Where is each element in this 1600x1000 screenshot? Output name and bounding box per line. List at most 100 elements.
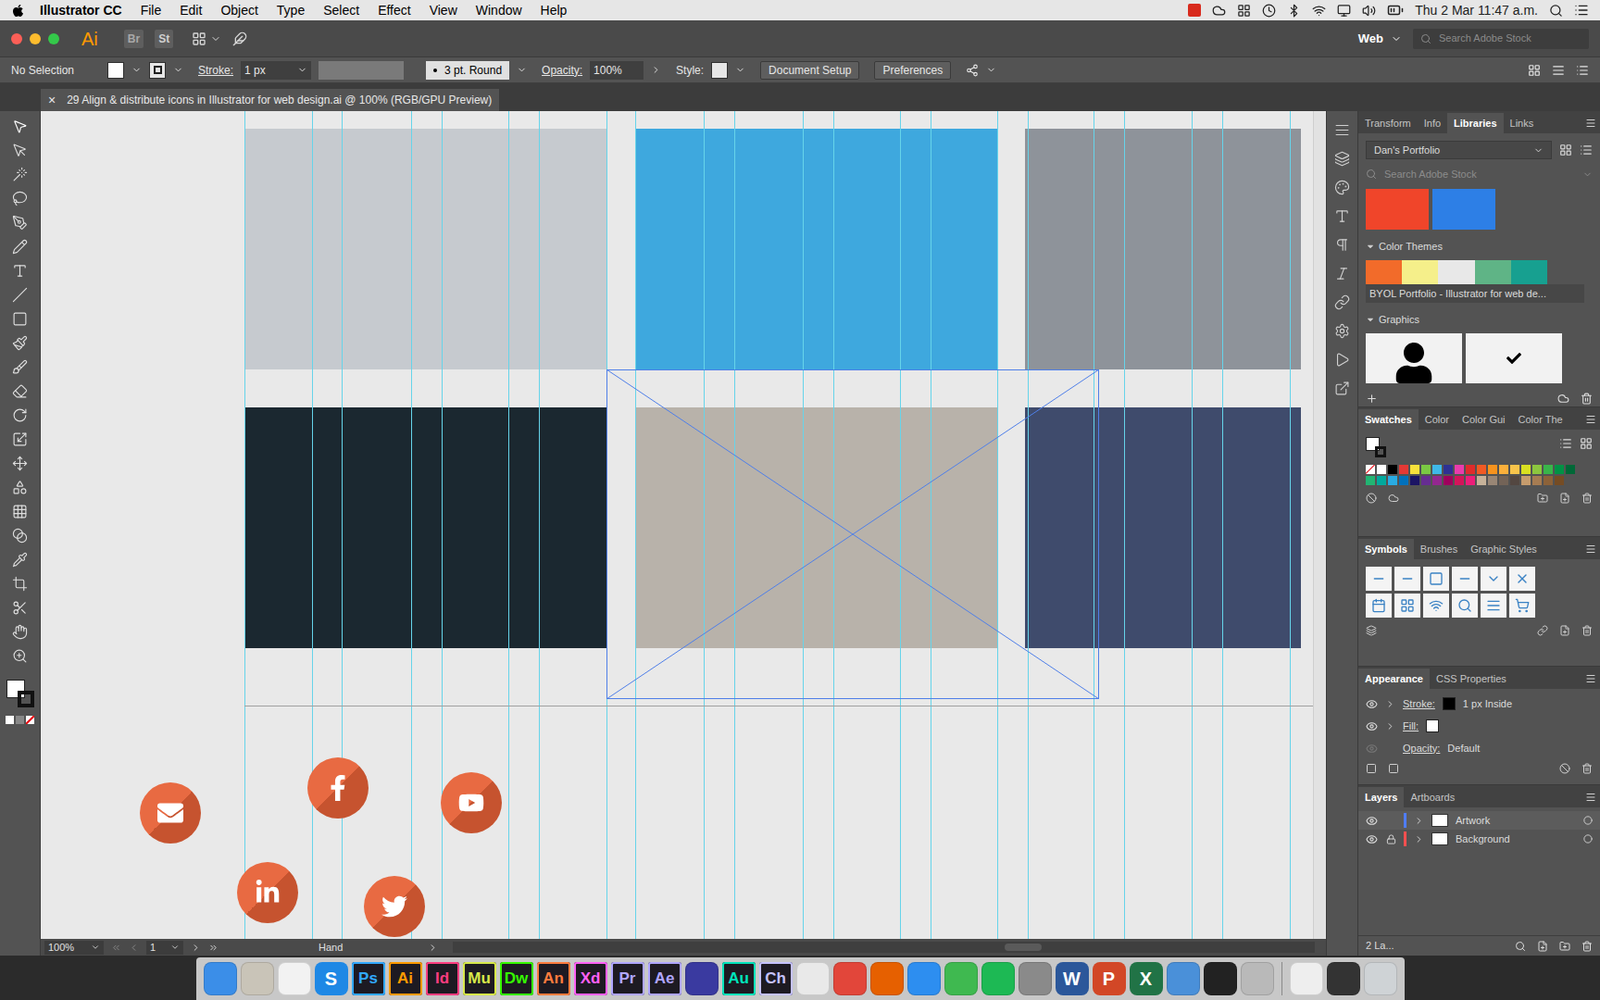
- guide[interactable]: [1027, 111, 1029, 939]
- opacity-label[interactable]: Opacity:: [541, 62, 583, 79]
- menu-item[interactable]: View: [429, 0, 458, 21]
- bluetooth-icon[interactable]: [1287, 3, 1301, 18]
- bridge-button[interactable]: Br: [124, 29, 144, 49]
- dock-app[interactable]: [240, 962, 275, 996]
- previous-artboard-icon[interactable]: [128, 942, 139, 953]
- creative-cloud-icon[interactable]: [1187, 3, 1201, 17]
- chevron-down-icon[interactable]: [297, 64, 308, 75]
- new-layer-icon[interactable]: [1559, 940, 1571, 952]
- target-icon[interactable]: [1583, 834, 1593, 844]
- stock-search[interactable]: Search Adobe Stock: [1412, 28, 1589, 50]
- airplay-icon[interactable]: [1337, 3, 1351, 18]
- section-header[interactable]: Color Themes: [1365, 238, 1593, 255]
- guide[interactable]: [1191, 111, 1193, 939]
- swatch[interactable]: [1454, 464, 1464, 475]
- panel-tab[interactable]: CSS Properties: [1429, 668, 1513, 689]
- trash-icon[interactable]: [1581, 762, 1593, 775]
- visibility-icon[interactable]: [1365, 742, 1378, 755]
- social-icon-button[interactable]: [139, 782, 201, 844]
- close-tab-button[interactable]: ×: [48, 90, 56, 111]
- fill-stroke-widget[interactable]: [6, 679, 35, 708]
- tool-icon[interactable]: [12, 359, 28, 375]
- panel-tab[interactable]: Layers: [1358, 787, 1404, 808]
- panel-menu-icon[interactable]: [1585, 543, 1597, 555]
- symbol-thumbnail[interactable]: [1451, 593, 1478, 618]
- swatch[interactable]: [1432, 475, 1442, 486]
- swatch[interactable]: [1410, 464, 1420, 475]
- social-icon-button[interactable]: [440, 772, 502, 834]
- dock-app[interactable]: [1363, 962, 1398, 996]
- panel-tab[interactable]: Swatches: [1358, 409, 1419, 430]
- dock-app[interactable]: [944, 962, 978, 996]
- layer-row[interactable]: Background: [1358, 829, 1600, 849]
- symbol-thumbnail[interactable]: [1394, 566, 1421, 591]
- graphic-thumbnail[interactable]: [1365, 333, 1463, 384]
- clock[interactable]: Thu 2 Mar 11:47 a.m.: [1414, 0, 1538, 21]
- placed-image[interactable]: [635, 128, 998, 370]
- dock-app[interactable]: Mu: [462, 962, 497, 996]
- dock-app[interactable]: [1203, 962, 1238, 996]
- notifications-icon[interactable]: [1574, 2, 1589, 18]
- swatch[interactable]: [1543, 464, 1553, 475]
- tool-icon[interactable]: [12, 142, 28, 159]
- swatch[interactable]: [1499, 464, 1509, 475]
- apple-icon[interactable]: [11, 3, 25, 18]
- guide[interactable]: [411, 111, 413, 939]
- panel-shortcut-icon[interactable]: [1334, 294, 1350, 311]
- swatch[interactable]: [1365, 475, 1375, 486]
- canvas[interactable]: [40, 111, 1326, 939]
- grid-icon[interactable]: [1237, 3, 1251, 18]
- tool-icon[interactable]: [12, 262, 28, 279]
- dock-app[interactable]: [685, 962, 719, 996]
- guide[interactable]: [930, 111, 932, 939]
- swatch[interactable]: [1399, 475, 1409, 486]
- style-swatch[interactable]: [711, 62, 728, 79]
- panel-tab[interactable]: Artboards: [1403, 787, 1462, 808]
- swatch[interactable]: [1532, 464, 1542, 475]
- document-tab[interactable]: ×29 Align & distribute icons in Illustra…: [40, 88, 500, 112]
- chevron-down-icon[interactable]: [131, 64, 142, 75]
- dock-app[interactable]: [907, 962, 941, 996]
- swatch[interactable]: [1443, 464, 1453, 475]
- dock-app[interactable]: Dw: [500, 962, 534, 996]
- cloud-icon[interactable]: [1212, 3, 1226, 18]
- appearance-swatch[interactable]: [1442, 697, 1456, 711]
- arrange-icon[interactable]: [965, 63, 979, 77]
- stroke-weight-field[interactable]: 1 px: [240, 61, 312, 80]
- menu-item[interactable]: Object: [220, 0, 258, 21]
- selection-box[interactable]: [606, 369, 1100, 700]
- menu-item[interactable]: File: [140, 0, 163, 21]
- section-header[interactable]: Graphics: [1365, 312, 1593, 328]
- caret-down-icon[interactable]: [1365, 241, 1375, 251]
- dock-app[interactable]: Au: [722, 962, 756, 996]
- tool-icon[interactable]: [12, 214, 28, 231]
- visibility-icon[interactable]: [1365, 720, 1378, 733]
- grid-view-icon[interactable]: [1559, 143, 1573, 157]
- new-swatch-icon[interactable]: [1559, 492, 1571, 504]
- artboard-field[interactable]: 1: [146, 940, 184, 955]
- swatch[interactable]: [1487, 475, 1498, 486]
- placed-image[interactable]: [635, 407, 998, 649]
- swatch[interactable]: [1554, 475, 1564, 486]
- menu-item[interactable]: Effect: [377, 0, 412, 21]
- swatch[interactable]: [1376, 475, 1387, 486]
- panel-menu-icon[interactable]: [1585, 673, 1597, 685]
- tool-icon[interactable]: [12, 575, 28, 592]
- symbol-thumbnail[interactable]: [1423, 566, 1450, 591]
- library-color[interactable]: [1432, 188, 1496, 230]
- new-group-icon[interactable]: [1537, 492, 1549, 504]
- dock-app[interactable]: [981, 962, 1015, 996]
- minimize-window-icon[interactable]: [29, 33, 41, 45]
- tool-icon[interactable]: [12, 238, 28, 255]
- menu-item[interactable]: Help: [540, 0, 568, 21]
- dock-app[interactable]: Ai: [388, 962, 423, 996]
- swatch[interactable]: [1487, 464, 1498, 475]
- menu-item[interactable]: Type: [276, 0, 305, 21]
- tool-icon[interactable]: [12, 311, 28, 327]
- expand-icon[interactable]: [1385, 699, 1396, 710]
- dock-app[interactable]: W: [1055, 962, 1089, 996]
- dock-app[interactable]: Id: [425, 962, 460, 996]
- clear-appearance-icon[interactable]: [1559, 762, 1571, 775]
- align-icon[interactable]: [1527, 63, 1541, 77]
- swatch[interactable]: [1565, 464, 1575, 475]
